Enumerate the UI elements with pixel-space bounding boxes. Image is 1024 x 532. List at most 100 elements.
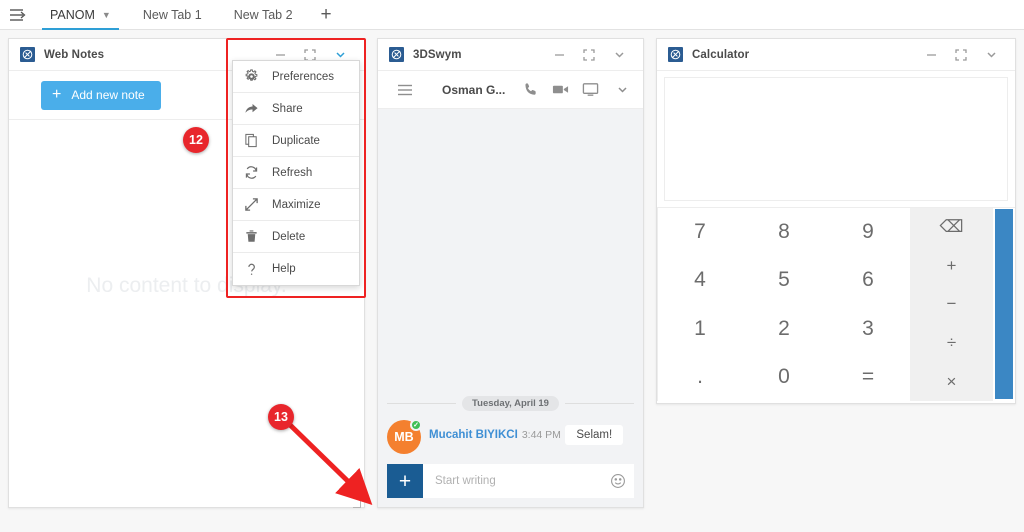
annotation-badge-13: 13 [268, 404, 294, 430]
calculator-window-controls [916, 42, 1006, 68]
calc-key-1[interactable]: 1 [658, 304, 742, 353]
add-new-note-button[interactable]: + Add new note [41, 80, 161, 110]
copy-icon [243, 132, 260, 149]
calc-key-decimal[interactable]: . [658, 352, 742, 401]
add-tab-button[interactable]: + [309, 5, 344, 24]
calc-key-9[interactable]: 9 [826, 208, 910, 257]
tab-bar: PANOM ▼ New Tab 1 New Tab 2 + [0, 0, 1024, 30]
swym-chat-area: Tuesday, April 19 MB ✓ Mucahit BIYIKCI 3:… [378, 109, 643, 507]
calc-key-plus[interactable]: + [910, 247, 993, 286]
swym-title: 3DSwym [413, 48, 462, 61]
calc-key-6[interactable]: 6 [826, 256, 910, 305]
calc-key-multiply[interactable]: × [910, 362, 993, 401]
chat-timestamp: 3:44 PM [521, 429, 561, 441]
chat-input-wrapper [423, 464, 634, 498]
hamburger-menu-icon[interactable] [0, 0, 34, 30]
maximize-arrow-icon [243, 196, 260, 213]
chevron-down-icon[interactable] [604, 42, 634, 68]
restore-icon[interactable] [946, 42, 976, 68]
chat-input[interactable] [435, 475, 610, 487]
divider-line-right [564, 403, 634, 404]
calculator-operator-keys: ⌫ + − ÷ × [910, 207, 993, 401]
tab-panom[interactable]: PANOM ▼ [34, 0, 127, 30]
minimize-icon[interactable] [544, 42, 574, 68]
panel-calculator: Calculator 7 8 9 4 5 6 1 2 3 . 0 = ⌫ + −… [656, 38, 1016, 404]
tab-new-tab-1-label: New Tab 1 [142, 7, 202, 22]
calc-key-minus[interactable]: − [910, 285, 993, 324]
restore-icon[interactable] [574, 42, 604, 68]
attach-add-button[interactable]: + [387, 464, 423, 498]
menu-item-share[interactable]: Share [233, 93, 359, 125]
screen-share-icon[interactable] [575, 75, 605, 105]
menu-item-help[interactable]: Help [233, 253, 359, 285]
tab-new-tab-2[interactable]: New Tab 2 [218, 0, 309, 30]
calc-key-4[interactable]: 4 [658, 256, 742, 305]
chat-composer: + [387, 464, 634, 498]
chat-date-label: Tuesday, April 19 [462, 396, 559, 411]
calc-key-5[interactable]: 5 [742, 256, 826, 305]
calc-key-7[interactable]: 7 [658, 208, 742, 257]
online-status-icon: ✓ [410, 419, 422, 431]
calculator-title: Calculator [692, 48, 750, 61]
app-logo-icon [668, 47, 683, 62]
calculator-header: Calculator [657, 39, 1015, 71]
tab-panom-label: PANOM [50, 7, 95, 22]
chat-date-divider: Tuesday, April 19 [387, 396, 634, 411]
calc-key-backspace[interactable]: ⌫ [910, 208, 993, 247]
video-camera-icon[interactable] [545, 75, 575, 105]
chat-message-body: Mucahit BIYIKCI 3:44 PM Selam! [429, 420, 624, 445]
menu-item-preferences-label: Preferences [272, 70, 335, 83]
panel-3dswym: 3DSwym Osman G... Tuesday, April 19 MB ✓… [377, 38, 644, 508]
tab-new-tab-2-label: New Tab 2 [233, 7, 293, 22]
calc-key-0[interactable]: 0 [742, 352, 826, 401]
menu-item-delete-label: Delete [272, 230, 306, 243]
scrollbar-thumb[interactable] [995, 209, 1013, 399]
calc-key-equals[interactable]: = [826, 352, 910, 401]
app-logo-icon [20, 47, 35, 62]
trash-icon [243, 228, 260, 245]
divider-line-left [387, 403, 457, 404]
phone-icon[interactable] [515, 75, 545, 105]
menu-item-delete[interactable]: Delete [233, 221, 359, 253]
minimize-icon[interactable] [916, 42, 946, 68]
chat-empty-space [387, 115, 634, 396]
menu-item-maximize-label: Maximize [272, 198, 321, 211]
annotation-arrow [284, 419, 373, 505]
menu-item-share-label: Share [272, 102, 303, 115]
panel-options-dropdown: Preferences Share Duplicate Refresh Maxi… [232, 60, 360, 286]
app-logo-icon [389, 47, 404, 62]
avatar-initials: MB [394, 430, 414, 444]
gear-icon [243, 68, 260, 85]
chevron-down-icon[interactable]: ▼ [102, 10, 111, 20]
menu-item-refresh-label: Refresh [272, 166, 313, 179]
chevron-down-icon[interactable] [607, 75, 637, 105]
chat-author-name[interactable]: Mucahit BIYIKCI [429, 429, 518, 441]
add-new-note-label: Add new note [71, 88, 145, 102]
share-arrow-icon [243, 100, 260, 117]
menu-item-duplicate[interactable]: Duplicate [233, 125, 359, 157]
calc-key-divide[interactable]: ÷ [910, 324, 993, 363]
annotation-badge-12: 12 [183, 127, 209, 153]
avatar[interactable]: MB ✓ [387, 419, 422, 454]
menu-item-duplicate-label: Duplicate [272, 134, 320, 147]
menu-item-help-label: Help [272, 263, 296, 275]
menu-item-maximize[interactable]: Maximize [233, 189, 359, 221]
menu-item-refresh[interactable]: Refresh [233, 157, 359, 189]
calc-key-8[interactable]: 8 [742, 208, 826, 257]
calc-key-3[interactable]: 3 [826, 304, 910, 353]
menu-item-preferences[interactable]: Preferences [233, 61, 359, 93]
calculator-display[interactable] [664, 77, 1008, 201]
calculator-scrollbar[interactable] [993, 207, 1015, 401]
question-mark-icon [243, 261, 260, 278]
chat-message: MB ✓ Mucahit BIYIKCI 3:44 PM Selam! [387, 419, 634, 454]
swym-toolbar: Osman G... [378, 71, 643, 109]
emoji-icon[interactable] [610, 473, 626, 489]
swym-header: 3DSwym [378, 39, 643, 71]
refresh-icon [243, 164, 260, 181]
calc-key-2[interactable]: 2 [742, 304, 826, 353]
hamburger-icon[interactable] [390, 75, 420, 105]
tab-new-tab-1[interactable]: New Tab 1 [127, 0, 218, 30]
chevron-down-icon[interactable] [976, 42, 1006, 68]
calculator-keypad: 7 8 9 4 5 6 1 2 3 . 0 = ⌫ + − ÷ × [657, 207, 1015, 401]
swym-window-controls [544, 42, 634, 68]
